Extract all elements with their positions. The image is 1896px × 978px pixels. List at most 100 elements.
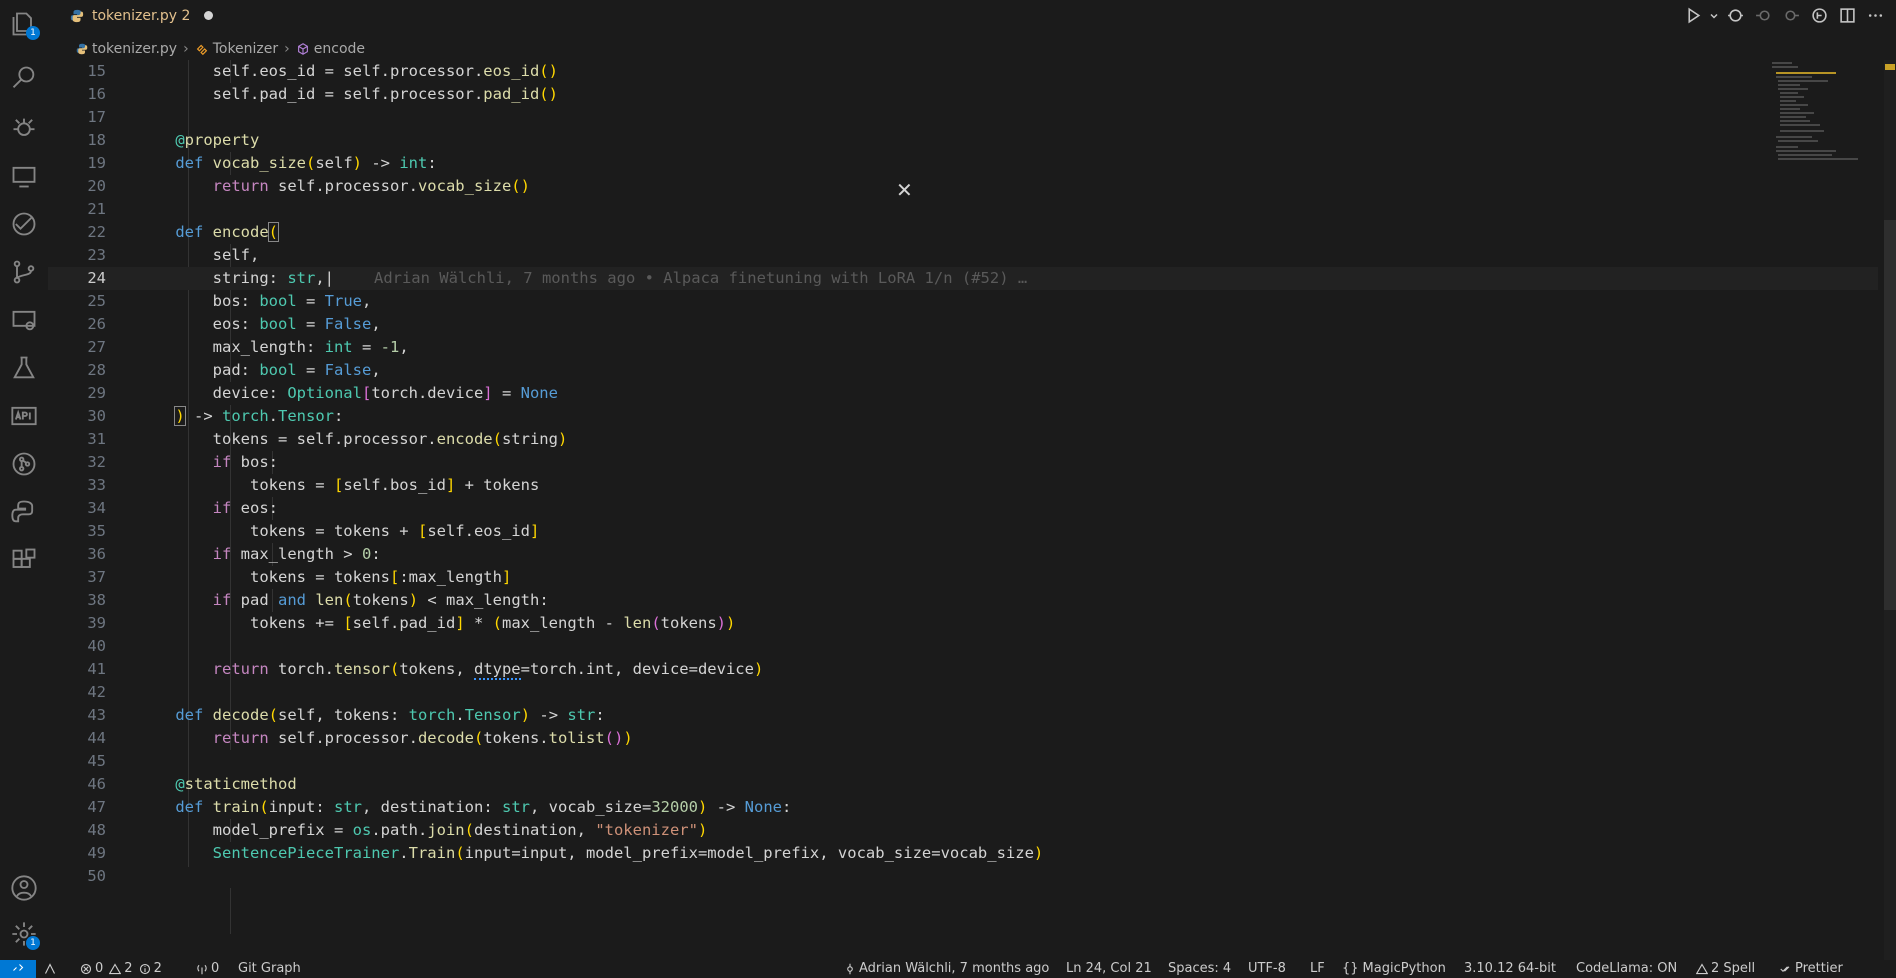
testing-icon[interactable] (8, 208, 40, 240)
python-file-icon (70, 9, 84, 22)
chevron-right-icon: › (284, 41, 290, 57)
toggle-blame-icon[interactable] (1808, 4, 1830, 26)
code-line: 35 tokens = tokens + [self.eos_id] (87, 522, 540, 540)
tab-tokenizer-py[interactable]: tokenizer.py 2 (48, 0, 230, 30)
python-file-icon (76, 43, 88, 55)
editor-actions (1682, 0, 1896, 30)
account-icon[interactable] (8, 872, 40, 904)
git-graph-button[interactable]: Git Graph (238, 960, 301, 978)
remote-indicator-icon[interactable] (0, 960, 36, 978)
code-line: 33 tokens = [self.bos_id] + tokens (87, 476, 540, 494)
accounts-icon[interactable] (44, 960, 59, 978)
code-line: 39 tokens += [self.pad_id] * (max_length… (87, 614, 736, 632)
settings-gear-icon[interactable]: 1 (8, 918, 40, 950)
prettier-status[interactable]: Prettier (1780, 960, 1843, 978)
spell-check-status[interactable]: 2 Spell (1696, 960, 1755, 978)
chevron-down-icon[interactable] (1710, 4, 1718, 26)
code-line: 30 ) -> torch.Tensor: (87, 406, 344, 426)
code-line: 42 (87, 683, 106, 701)
end-of-line[interactable]: LF (1310, 960, 1325, 978)
warning-icon (1696, 963, 1708, 975)
breadcrumb: tokenizer.py › Tokenizer › encode (76, 38, 365, 60)
code-line: 37 tokens = tokens[:max_length] (87, 568, 512, 586)
code-line: 28 pad: bool = False, (87, 361, 381, 379)
docker-icon[interactable] (8, 304, 40, 336)
code-line: 15 self.eos_id = self.processor.eos_id() (87, 62, 558, 80)
settings-badge: 1 (26, 936, 40, 950)
open-changes-icon[interactable] (1724, 4, 1746, 26)
code-line: 21 (87, 200, 106, 218)
code-line: 22 def encode( (87, 222, 280, 242)
code-line: 49 SentencePieceTrainer.Train(input=inpu… (87, 844, 1044, 862)
ports-indicator[interactable]: 0 (196, 960, 219, 978)
code-line: 47 def train(input: str, destination: st… (87, 798, 792, 816)
remote-explorer-icon[interactable] (8, 160, 40, 192)
code-line: 16 self.pad_id = self.processor.pad_id() (87, 85, 558, 103)
breadcrumb-method[interactable]: encode (314, 41, 365, 57)
tab-title: tokenizer.py 2 (92, 7, 191, 24)
status-bar: 0 2 2 0 Git Graph Adrian Wälchli, 7 mont… (0, 960, 1896, 978)
inline-blame: Adrian Wälchli, 7 months ago • Alpaca fi… (373, 269, 1028, 287)
problems-indicator[interactable]: 0 2 2 (80, 960, 162, 978)
cursor-position[interactable]: Ln 24, Col 21 (1066, 960, 1152, 978)
chevron-right-icon: › (183, 41, 189, 57)
code-line: 27 max_length: int = -1, (87, 338, 409, 356)
api-icon[interactable] (8, 400, 40, 432)
python-icon[interactable] (8, 496, 40, 528)
tab-bar: tokenizer.py 2 (48, 0, 1896, 30)
error-icon (80, 963, 92, 975)
code-line: 31 tokens = self.processor.encode(string… (87, 430, 568, 448)
code-line: 40 (87, 637, 106, 655)
extensions-icon[interactable] (8, 544, 40, 576)
git-commit-icon (847, 963, 853, 975)
breadcrumb-file[interactable]: tokenizer.py (92, 41, 177, 57)
explorer-icon[interactable]: 1 (8, 8, 40, 40)
language-mode[interactable]: {} MagicPython (1342, 960, 1446, 978)
run-debug-icon[interactable] (8, 112, 40, 144)
run-file-icon[interactable] (1682, 4, 1704, 26)
mouse-cursor-icon: ✕ (896, 178, 913, 202)
codellama-status[interactable]: CodeLlama: ON (1576, 960, 1677, 978)
code-line: 45 (87, 752, 106, 770)
vertical-scrollbar-thumb[interactable] (1884, 220, 1896, 610)
code-line: 29 device: Optional[torch.device] = None (87, 384, 558, 402)
code-line: 41 return torch.tensor(tokens, dtype=tor… (87, 660, 764, 680)
code-line: 43 def decode(self, tokens: torch.Tensor… (87, 706, 605, 724)
encoding[interactable]: UTF-8 (1248, 960, 1286, 978)
next-change-icon[interactable] (1780, 4, 1802, 26)
scrollbar-change-marker (1885, 64, 1895, 70)
code-line: 19 def vocab_size(self) -> int: (87, 154, 437, 172)
code-line: 36 if max_length > 0: (87, 545, 381, 563)
search-icon[interactable] (8, 62, 40, 94)
more-actions-icon[interactable] (1864, 4, 1886, 26)
indent-guide (230, 888, 231, 934)
activity-bar: 1 1 (0, 0, 48, 960)
radio-tower-icon (197, 964, 207, 975)
split-editor-icon[interactable] (1836, 4, 1858, 26)
method-icon (297, 43, 308, 55)
previous-change-icon[interactable] (1752, 4, 1774, 26)
minimap[interactable] (1772, 60, 1872, 170)
code-line: 25 bos: bool = True, (87, 292, 372, 310)
breadcrumb-class[interactable]: Tokenizer (213, 41, 278, 57)
code-editor[interactable]: 15 self.eos_id = self.processor.eos_id()… (48, 60, 1878, 960)
flask-icon[interactable] (8, 352, 40, 384)
explorer-badge: 1 (26, 26, 40, 40)
double-check-icon (1780, 966, 1790, 973)
code-line: 50 (87, 867, 106, 885)
unsaved-dot-icon[interactable] (204, 11, 214, 20)
braces-icon: {} (1342, 961, 1359, 976)
code-line: 20 return self.processor.vocab_size() (87, 177, 530, 195)
code-line: 48 model_prefix = os.path.join(destinati… (87, 821, 708, 839)
code-line: 34 if eos: (87, 499, 278, 517)
code-line: 23 self, (87, 246, 260, 264)
code-line: 17 (87, 108, 106, 126)
git-blame-status[interactable]: Adrian Wälchli, 7 months ago (844, 960, 1049, 978)
source-control-icon[interactable] (8, 256, 40, 288)
code-line: 38 if pad and len(tokens) < max_length: (87, 591, 549, 609)
git-graph-icon[interactable] (8, 448, 40, 480)
code-line: 46 @staticmethod (87, 775, 297, 793)
python-interpreter[interactable]: 3.10.12 64-bit (1464, 960, 1556, 978)
indentation[interactable]: Spaces: 4 (1168, 960, 1231, 978)
code-line-current: 24 string: str,| Adrian Wälchli, 7 months… (48, 267, 1878, 290)
